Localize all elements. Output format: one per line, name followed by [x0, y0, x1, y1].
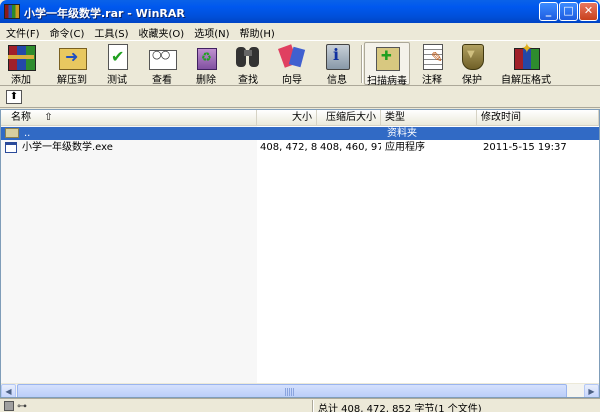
extract-to-icon — [57, 42, 87, 70]
table-row-parent-folder[interactable]: .. 资料夹 — [1, 127, 599, 140]
file-list[interactable]: 名称 ⇧ 大小 压缩后大小 类型 修改时间 .. 资料夹 小学一年级数学.exe… — [0, 109, 600, 398]
row-type: 资料夹 — [387, 128, 417, 139]
row-modified: 2011-5-15 19:37 — [483, 142, 567, 153]
wizard-button[interactable]: 向导 — [275, 42, 309, 86]
row-size: 408, 472, 852 — [260, 142, 317, 153]
find-button[interactable]: 查找 — [230, 42, 266, 86]
delete-icon — [191, 42, 221, 70]
status-bar: ⊶ 总计 408, 472, 852 字节(1 个文件) — [0, 398, 600, 412]
toolbar-separator — [361, 45, 363, 83]
menu-favorites[interactable]: 收藏夹(O) — [135, 23, 191, 40]
row-packed: 408, 460, 977 — [320, 142, 381, 153]
column-header-size[interactable]: 大小 — [257, 110, 317, 126]
menu-help[interactable]: 帮助(H) — [236, 23, 281, 40]
minimize-button[interactable]: _ — [539, 2, 558, 21]
wizard-icon — [277, 42, 307, 70]
sfx-icon — [511, 41, 541, 70]
virus-scan-icon — [372, 43, 402, 71]
protect-button[interactable]: 保护 — [455, 42, 489, 86]
comment-label: 注释 — [422, 75, 442, 86]
winrar-app-icon[interactable] — [4, 4, 20, 19]
add-label: 添加 — [11, 75, 31, 86]
virus-scan-label: 扫描病毒 — [367, 76, 407, 87]
sfx-label: 自解压格式 — [501, 75, 551, 86]
add-button[interactable]: 添加 — [4, 42, 38, 86]
menu-options[interactable]: 选项(N) — [190, 23, 235, 40]
view-icon — [147, 42, 177, 70]
exe-file-icon — [5, 142, 17, 153]
comment-button[interactable]: 注释 — [415, 42, 449, 86]
up-folder-icon[interactable]: ⬆ — [6, 90, 22, 104]
test-button[interactable]: 测试 — [100, 42, 134, 86]
virus-scan-button[interactable]: 扫描病毒 — [364, 42, 410, 87]
key-icon: ⊶ — [17, 401, 27, 412]
row-packed — [317, 127, 381, 140]
horizontal-scrollbar[interactable]: ◀ ▶ — [1, 383, 599, 397]
wizard-label: 向导 — [282, 75, 302, 86]
status-divider — [312, 400, 314, 412]
test-icon — [102, 42, 132, 70]
scroll-right-button[interactable]: ▶ — [584, 384, 599, 397]
toolbar: 添加 解压到 测试 查看 删除 查找 向导 信息 扫描病毒 注释 保护 — [0, 40, 600, 87]
test-label: 测试 — [107, 75, 127, 86]
info-icon — [322, 42, 352, 70]
delete-button[interactable]: 删除 — [189, 42, 223, 86]
window-title: 小学一年级数学.rar - WinRAR — [24, 7, 185, 20]
menu-commands[interactable]: 命令(C) — [46, 23, 91, 40]
folder-icon — [5, 128, 19, 138]
list-header: 名称 ⇧ 大小 压缩后大小 类型 修改时间 — [1, 110, 599, 126]
scroll-thumb[interactable] — [17, 384, 567, 397]
column-header-type[interactable]: 类型 — [381, 110, 477, 126]
row-modified — [480, 127, 599, 140]
column-header-modified[interactable]: 修改时间 — [477, 110, 599, 126]
status-icons: ⊶ — [4, 401, 34, 412]
protect-icon — [457, 42, 487, 70]
scroll-left-button[interactable]: ◀ — [1, 384, 16, 397]
menu-file[interactable]: 文件(F) — [2, 23, 46, 40]
close-button[interactable]: ✕ — [579, 2, 598, 21]
info-label: 信息 — [327, 75, 347, 86]
sfx-button[interactable]: 自解压格式 — [500, 41, 552, 86]
column-name-label: 名称 — [11, 112, 31, 123]
menu-bar: 文件(F) 命令(C) 工具(S) 收藏夹(O) 选项(N) 帮助(H) — [0, 23, 600, 40]
protect-label: 保护 — [462, 75, 482, 86]
drive-icon[interactable] — [4, 401, 14, 411]
view-button[interactable]: 查看 — [144, 42, 180, 86]
sort-ascending-icon: ⇧ — [44, 112, 53, 123]
maximize-button[interactable]: □ — [559, 2, 578, 21]
column-header-packed[interactable]: 压缩后大小 — [317, 110, 381, 126]
title-bar[interactable]: 小学一年级数学.rar - WinRAR _ □ ✕ — [0, 0, 600, 23]
extract-to-label: 解压到 — [57, 75, 87, 86]
scroll-grip-icon — [285, 388, 295, 396]
comment-icon — [417, 42, 447, 70]
find-label: 查找 — [238, 75, 258, 86]
row-type: 应用程序 — [385, 142, 425, 153]
column-header-name[interactable]: 名称 ⇧ — [1, 110, 257, 126]
add-archive-icon — [6, 42, 36, 71]
row-name: .. — [24, 128, 31, 139]
find-icon — [233, 42, 263, 70]
table-row-file[interactable]: 小学一年级数学.exe 408, 472, 852 408, 460, 977 … — [1, 141, 599, 154]
status-total: 总计 408, 472, 852 字节(1 个文件) — [318, 404, 482, 412]
menu-tools[interactable]: 工具(S) — [90, 23, 134, 40]
info-button[interactable]: 信息 — [320, 42, 354, 86]
view-label: 查看 — [152, 75, 172, 86]
name-column-shade — [1, 126, 257, 384]
delete-label: 删除 — [196, 75, 216, 86]
address-bar: ⬆ — [0, 86, 600, 108]
row-name: 小学一年级数学.exe — [22, 142, 113, 153]
row-size — [257, 127, 317, 140]
extract-to-button[interactable]: 解压到 — [50, 42, 94, 86]
